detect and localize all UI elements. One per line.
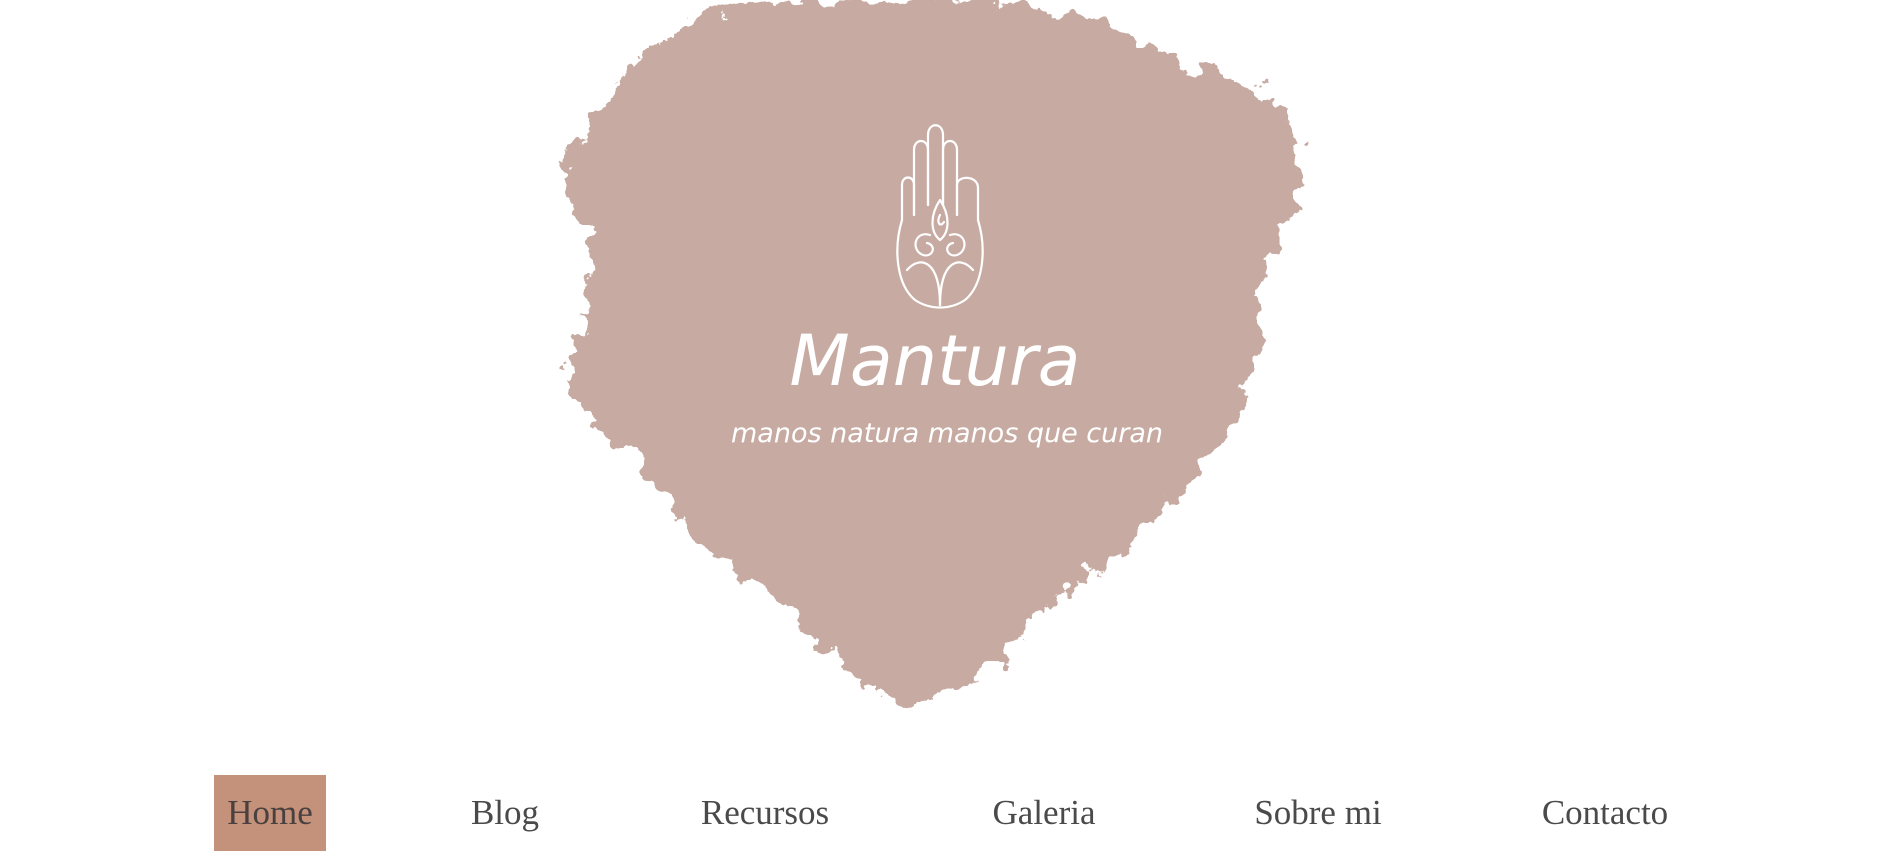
logo-graphic: Mantura manos natura manos que curan bbox=[568, 0, 1302, 705]
nav-item-galeria[interactable]: Galeria bbox=[978, 775, 1110, 851]
nav-item-recursos[interactable]: Recursos bbox=[690, 775, 840, 851]
brand-name: Mantura bbox=[789, 320, 1080, 402]
brand-tagline: manos natura manos que curan bbox=[731, 418, 1163, 449]
main-navigation: Home Blog Recursos Galeria Sobre mi Cont… bbox=[0, 775, 1894, 851]
site-logo[interactable]: Mantura manos natura manos que curan bbox=[555, 0, 1320, 720]
nav-item-sobre-mi[interactable]: Sobre mi bbox=[1241, 775, 1395, 851]
nav-item-blog[interactable]: Blog bbox=[462, 775, 548, 851]
nav-item-home[interactable]: Home bbox=[214, 775, 326, 851]
nav-item-contacto[interactable]: Contacto bbox=[1526, 775, 1684, 851]
